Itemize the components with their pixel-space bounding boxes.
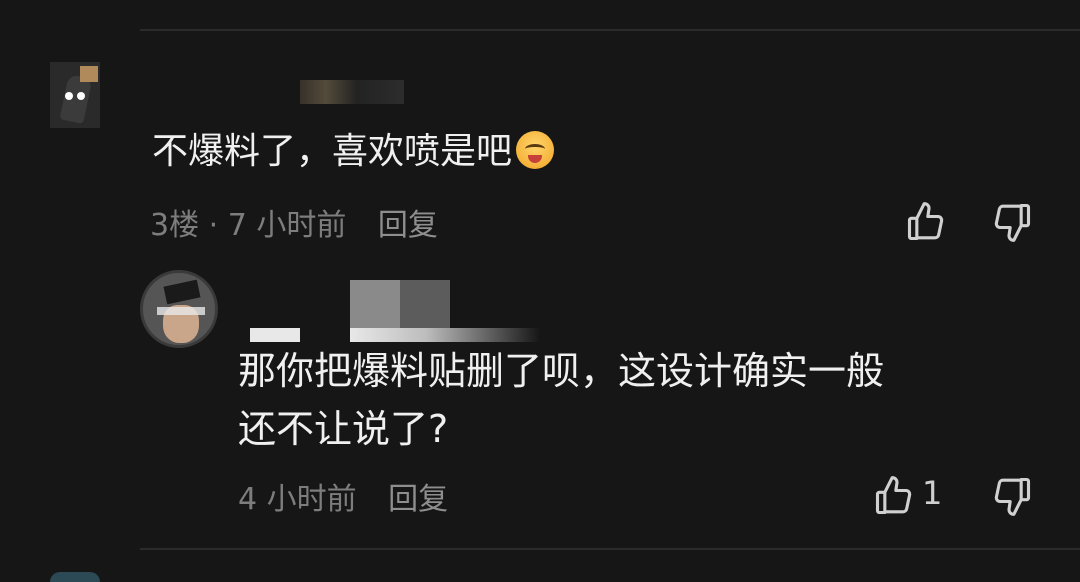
avatar[interactable] — [50, 62, 100, 128]
timestamp: 4 小时前 — [238, 482, 357, 517]
drooling-face-emoji-icon — [516, 131, 555, 169]
bottom-divider — [140, 548, 1080, 550]
reply-button[interactable]: 回复 — [388, 482, 448, 517]
comment-text-line: 还不让说了? — [238, 407, 449, 451]
thumb-down-icon[interactable] — [990, 200, 1034, 244]
comment-text-content: 不爆料了，喜欢喷是吧 — [152, 131, 513, 172]
username-blurred[interactable] — [300, 80, 404, 104]
meta-separator: · — [208, 208, 219, 243]
comment-text: 那你把爆料贴删了呗，这设计确实一般 还不让说了? — [238, 342, 1038, 458]
comment-text-line: 那你把爆料贴删了呗，这设计确实一般 — [238, 349, 885, 393]
thumb-down-icon[interactable] — [990, 474, 1034, 518]
thumb-up-icon[interactable] — [904, 200, 948, 244]
timestamp: 7 小时前 — [227, 208, 347, 243]
username-blurred[interactable] — [350, 280, 450, 330]
comment-meta: 4 小时前 回复 — [238, 474, 448, 518]
comment-text: 不爆料了，喜欢喷是吧 — [152, 128, 555, 176]
top-divider — [140, 29, 1080, 31]
username-blurred-part — [350, 328, 540, 342]
floor-number: 3楼 — [150, 208, 200, 243]
next-avatar-partial — [50, 572, 100, 582]
avatar[interactable] — [140, 270, 218, 348]
like-count: 1 — [922, 474, 943, 512]
thumb-up-icon[interactable] — [872, 474, 916, 518]
comment-meta: 3楼 · 7 小时前 回复 — [150, 200, 438, 244]
username-blurred-part — [250, 328, 300, 342]
reply-button[interactable]: 回复 — [378, 208, 438, 243]
